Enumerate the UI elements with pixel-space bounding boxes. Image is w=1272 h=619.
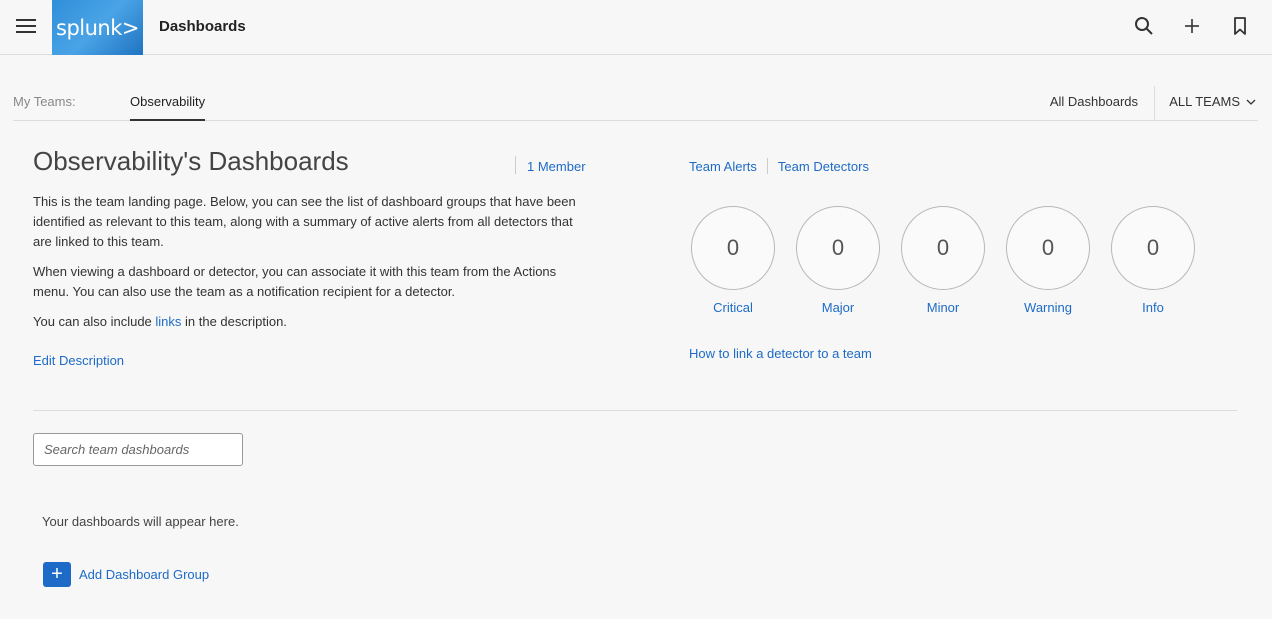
alert-label[interactable]: Critical xyxy=(713,300,753,315)
edit-description-link[interactable]: Edit Description xyxy=(33,353,124,368)
alert-minor: 0 Minor xyxy=(901,206,985,315)
alert-count-circle[interactable]: 0 xyxy=(796,206,880,290)
alert-label[interactable]: Major xyxy=(822,300,855,315)
alert-summary: 0 Critical 0 Major 0 Minor 0 Warning 0 I… xyxy=(691,206,1195,315)
how-to-link-detector-link[interactable]: How to link a detector to a team xyxy=(689,346,872,361)
alert-count-circle[interactable]: 0 xyxy=(1006,206,1090,290)
description-text: You can also include xyxy=(33,314,156,329)
search-team-dashboards-input[interactable] xyxy=(33,433,243,466)
hamburger-icon[interactable] xyxy=(16,19,36,35)
logo-text: splunk> xyxy=(56,15,139,40)
alert-label[interactable]: Minor xyxy=(927,300,960,315)
team-description: This is the team landing page. Below, yo… xyxy=(33,192,593,342)
splunk-logo[interactable]: splunk> xyxy=(52,0,143,55)
alert-label[interactable]: Warning xyxy=(1024,300,1072,315)
team-links-divider xyxy=(766,158,768,174)
page-title: Observability's Dashboards xyxy=(33,146,349,176)
description-paragraph: This is the team landing page. Below, yo… xyxy=(33,194,576,249)
description-links-link[interactable]: links xyxy=(155,314,181,329)
member-divider xyxy=(515,156,516,174)
description-paragraph: You can also include links in the descri… xyxy=(33,312,593,332)
plus-icon[interactable] xyxy=(1182,16,1202,36)
alert-critical: 0 Critical xyxy=(691,206,775,315)
app-title: Dashboards xyxy=(159,18,246,35)
team-links: Team Alerts Team Detectors xyxy=(689,158,869,174)
chevron-down-icon xyxy=(1246,99,1256,105)
team-tabs-row: My Teams: Observability All Dashboards A… xyxy=(13,84,1258,121)
bookmark-icon[interactable] xyxy=(1230,16,1250,36)
alert-label[interactable]: Info xyxy=(1142,300,1164,315)
team-alerts-link[interactable]: Team Alerts xyxy=(689,159,757,174)
description-paragraph: When viewing a dashboard or detector, yo… xyxy=(33,264,557,299)
top-icons xyxy=(1134,16,1250,36)
tabs-divider xyxy=(1154,86,1155,120)
all-dashboards-link[interactable]: All Dashboards xyxy=(1050,94,1138,109)
search-icon[interactable] xyxy=(1134,16,1154,36)
description-text: in the description. xyxy=(181,314,287,329)
all-teams-label: ALL TEAMS xyxy=(1169,94,1240,109)
alert-major: 0 Major xyxy=(796,206,880,315)
alert-warning: 0 Warning xyxy=(1006,206,1090,315)
empty-dashboards-message: Your dashboards will appear here. xyxy=(42,514,239,529)
add-dashboard-group-label: Add Dashboard Group xyxy=(79,567,210,582)
member-count-link[interactable]: 1 Member xyxy=(527,159,586,174)
all-teams-dropdown[interactable]: ALL TEAMS xyxy=(1169,94,1256,109)
alert-count-circle[interactable]: 0 xyxy=(901,206,985,290)
section-divider xyxy=(33,410,1237,411)
plus-icon: + xyxy=(43,562,71,587)
alert-info: 0 Info xyxy=(1111,206,1195,315)
team-detectors-link[interactable]: Team Detectors xyxy=(778,159,869,174)
top-bar: splunk> Dashboards xyxy=(0,0,1272,55)
alert-count-circle[interactable]: 0 xyxy=(1111,206,1195,290)
tab-observability[interactable]: Observability xyxy=(130,94,206,121)
alert-count-circle[interactable]: 0 xyxy=(691,206,775,290)
add-dashboard-group-button[interactable]: + Add Dashboard Group xyxy=(43,562,209,587)
my-teams-label: My Teams: xyxy=(13,94,76,109)
